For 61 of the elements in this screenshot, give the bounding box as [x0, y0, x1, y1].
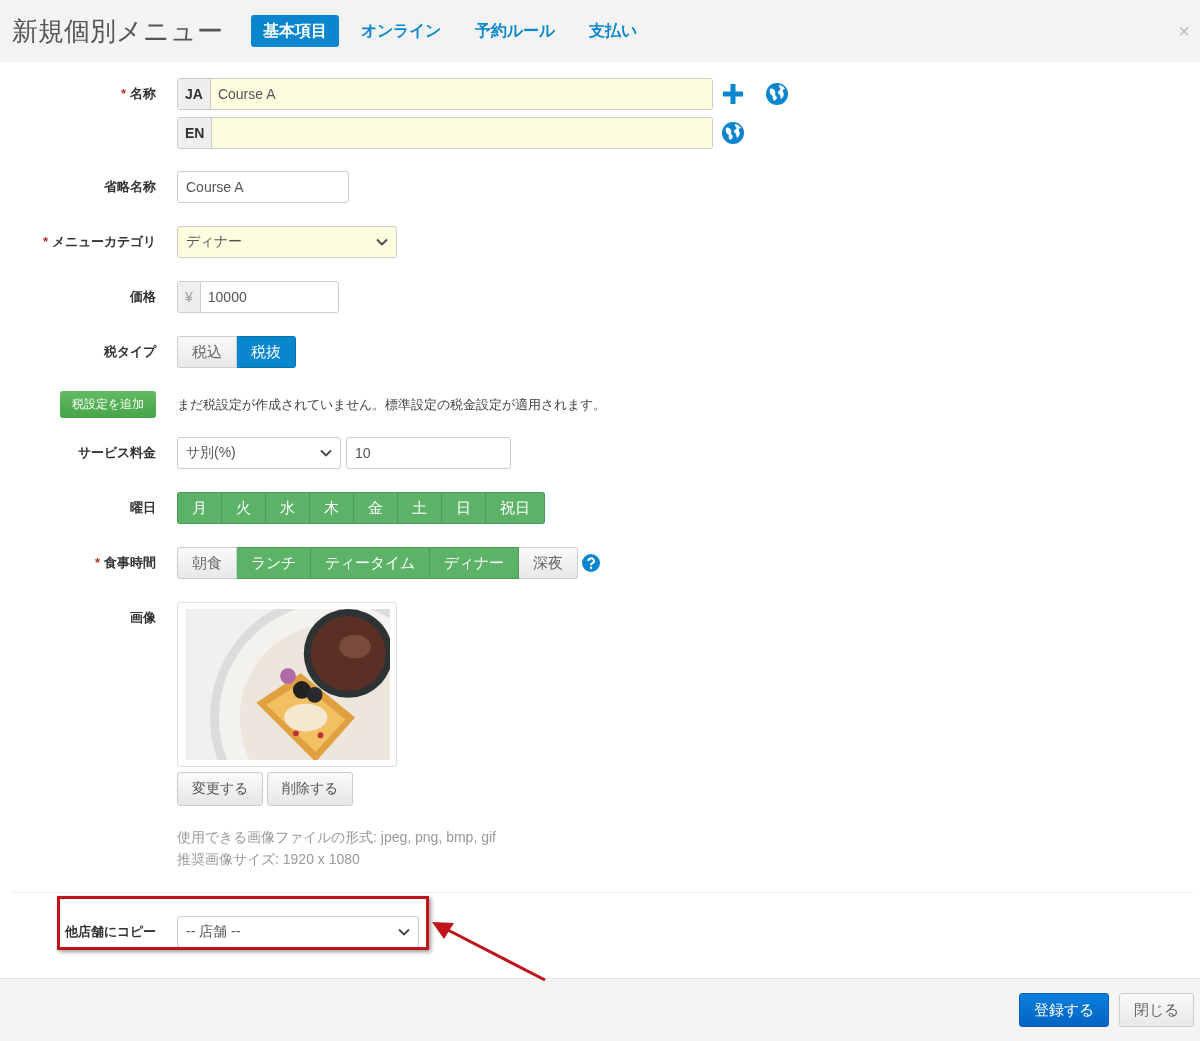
- toggle-button[interactable]: 土: [398, 492, 442, 524]
- field-label: 他店舗にコピー: [65, 923, 156, 941]
- image-button[interactable]: 変更する: [177, 772, 263, 806]
- field-label: 食事時間: [104, 554, 156, 572]
- tab[interactable]: 支払い: [577, 15, 649, 47]
- field-value: 10000: [206, 288, 248, 307]
- tab[interactable]: オンライン: [349, 15, 453, 47]
- currency-symbol: ¥: [178, 282, 201, 312]
- caret-icon[interactable]: [398, 928, 410, 936]
- input-field[interactable]: Course A: [177, 171, 349, 203]
- info-text: まだ税設定が作成されていません。標準設定の税金設定が適用されます。: [177, 396, 606, 414]
- toggle-button[interactable]: ディナー: [430, 547, 519, 579]
- field-label: 曜日: [130, 499, 156, 517]
- field-label: 画像: [130, 609, 156, 627]
- caret-icon[interactable]: [320, 449, 332, 457]
- tab[interactable]: 基本項目: [251, 15, 339, 47]
- toggle-button[interactable]: 金: [354, 492, 398, 524]
- toggle-button[interactable]: 朝食: [177, 547, 237, 579]
- toggle-button[interactable]: 税込: [177, 336, 237, 368]
- price-field[interactable]: ¥ 10000: [177, 281, 339, 313]
- required-mark: *: [94, 554, 100, 572]
- toggle-button[interactable]: 水: [266, 492, 310, 524]
- language-tag: JA: [178, 79, 211, 109]
- add-tax-setting-button[interactable]: 税設定を追加: [60, 391, 156, 418]
- input-field[interactable]: JA Course A: [177, 78, 713, 110]
- footer-button[interactable]: 閉じる: [1119, 993, 1194, 1027]
- toggle-button[interactable]: ランチ: [237, 547, 311, 579]
- language-tag: EN: [178, 118, 213, 148]
- required-mark: *: [42, 233, 48, 251]
- required-mark: *: [120, 85, 126, 103]
- add-icon[interactable]: [721, 82, 745, 106]
- toggle-button[interactable]: 税抜: [237, 336, 296, 368]
- hint-text: 推奨画像サイズ: 1920 x 1080: [177, 850, 361, 869]
- input-field[interactable]: 10: [346, 437, 511, 469]
- field-label: サービス料金: [78, 444, 156, 462]
- tab[interactable]: 予約ルール: [463, 15, 567, 47]
- toggle-button[interactable]: 月: [177, 492, 222, 524]
- store-dropdown[interactable]: -- 店舗 --: [177, 916, 419, 948]
- toggle-button[interactable]: ティータイム: [311, 547, 430, 579]
- globe-icon[interactable]: [765, 82, 789, 106]
- field-value: Course A: [210, 79, 712, 109]
- image-button[interactable]: 削除する: [267, 772, 353, 806]
- footer-button[interactable]: 登録する: [1019, 993, 1109, 1027]
- field-label: 価格: [130, 288, 156, 306]
- toggle-button[interactable]: 日: [442, 492, 486, 524]
- hint-text: 使用できる画像ファイルの形式: jpeg, png, bmp, gif: [177, 828, 496, 847]
- field-label: 税タイプ: [104, 343, 156, 361]
- caret-icon[interactable]: [376, 238, 388, 246]
- field-label: 名称: [130, 85, 156, 103]
- globe-icon[interactable]: [721, 121, 745, 145]
- toggle-button[interactable]: 木: [310, 492, 354, 524]
- input-field[interactable]: EN: [177, 117, 713, 149]
- category-dropdown[interactable]: ディナー: [177, 226, 397, 258]
- window-title: 新規個別メニュー: [12, 14, 223, 48]
- toggle-button[interactable]: 祝日: [486, 492, 545, 524]
- toggle-button[interactable]: 深夜: [519, 547, 578, 579]
- field-label: メニューカテゴリ: [52, 233, 156, 251]
- toggle-button[interactable]: 火: [222, 492, 266, 524]
- field-label: 省略名称: [104, 178, 156, 196]
- service-charge-dropdown[interactable]: サ別(%): [177, 437, 341, 469]
- help-icon[interactable]: [582, 554, 600, 572]
